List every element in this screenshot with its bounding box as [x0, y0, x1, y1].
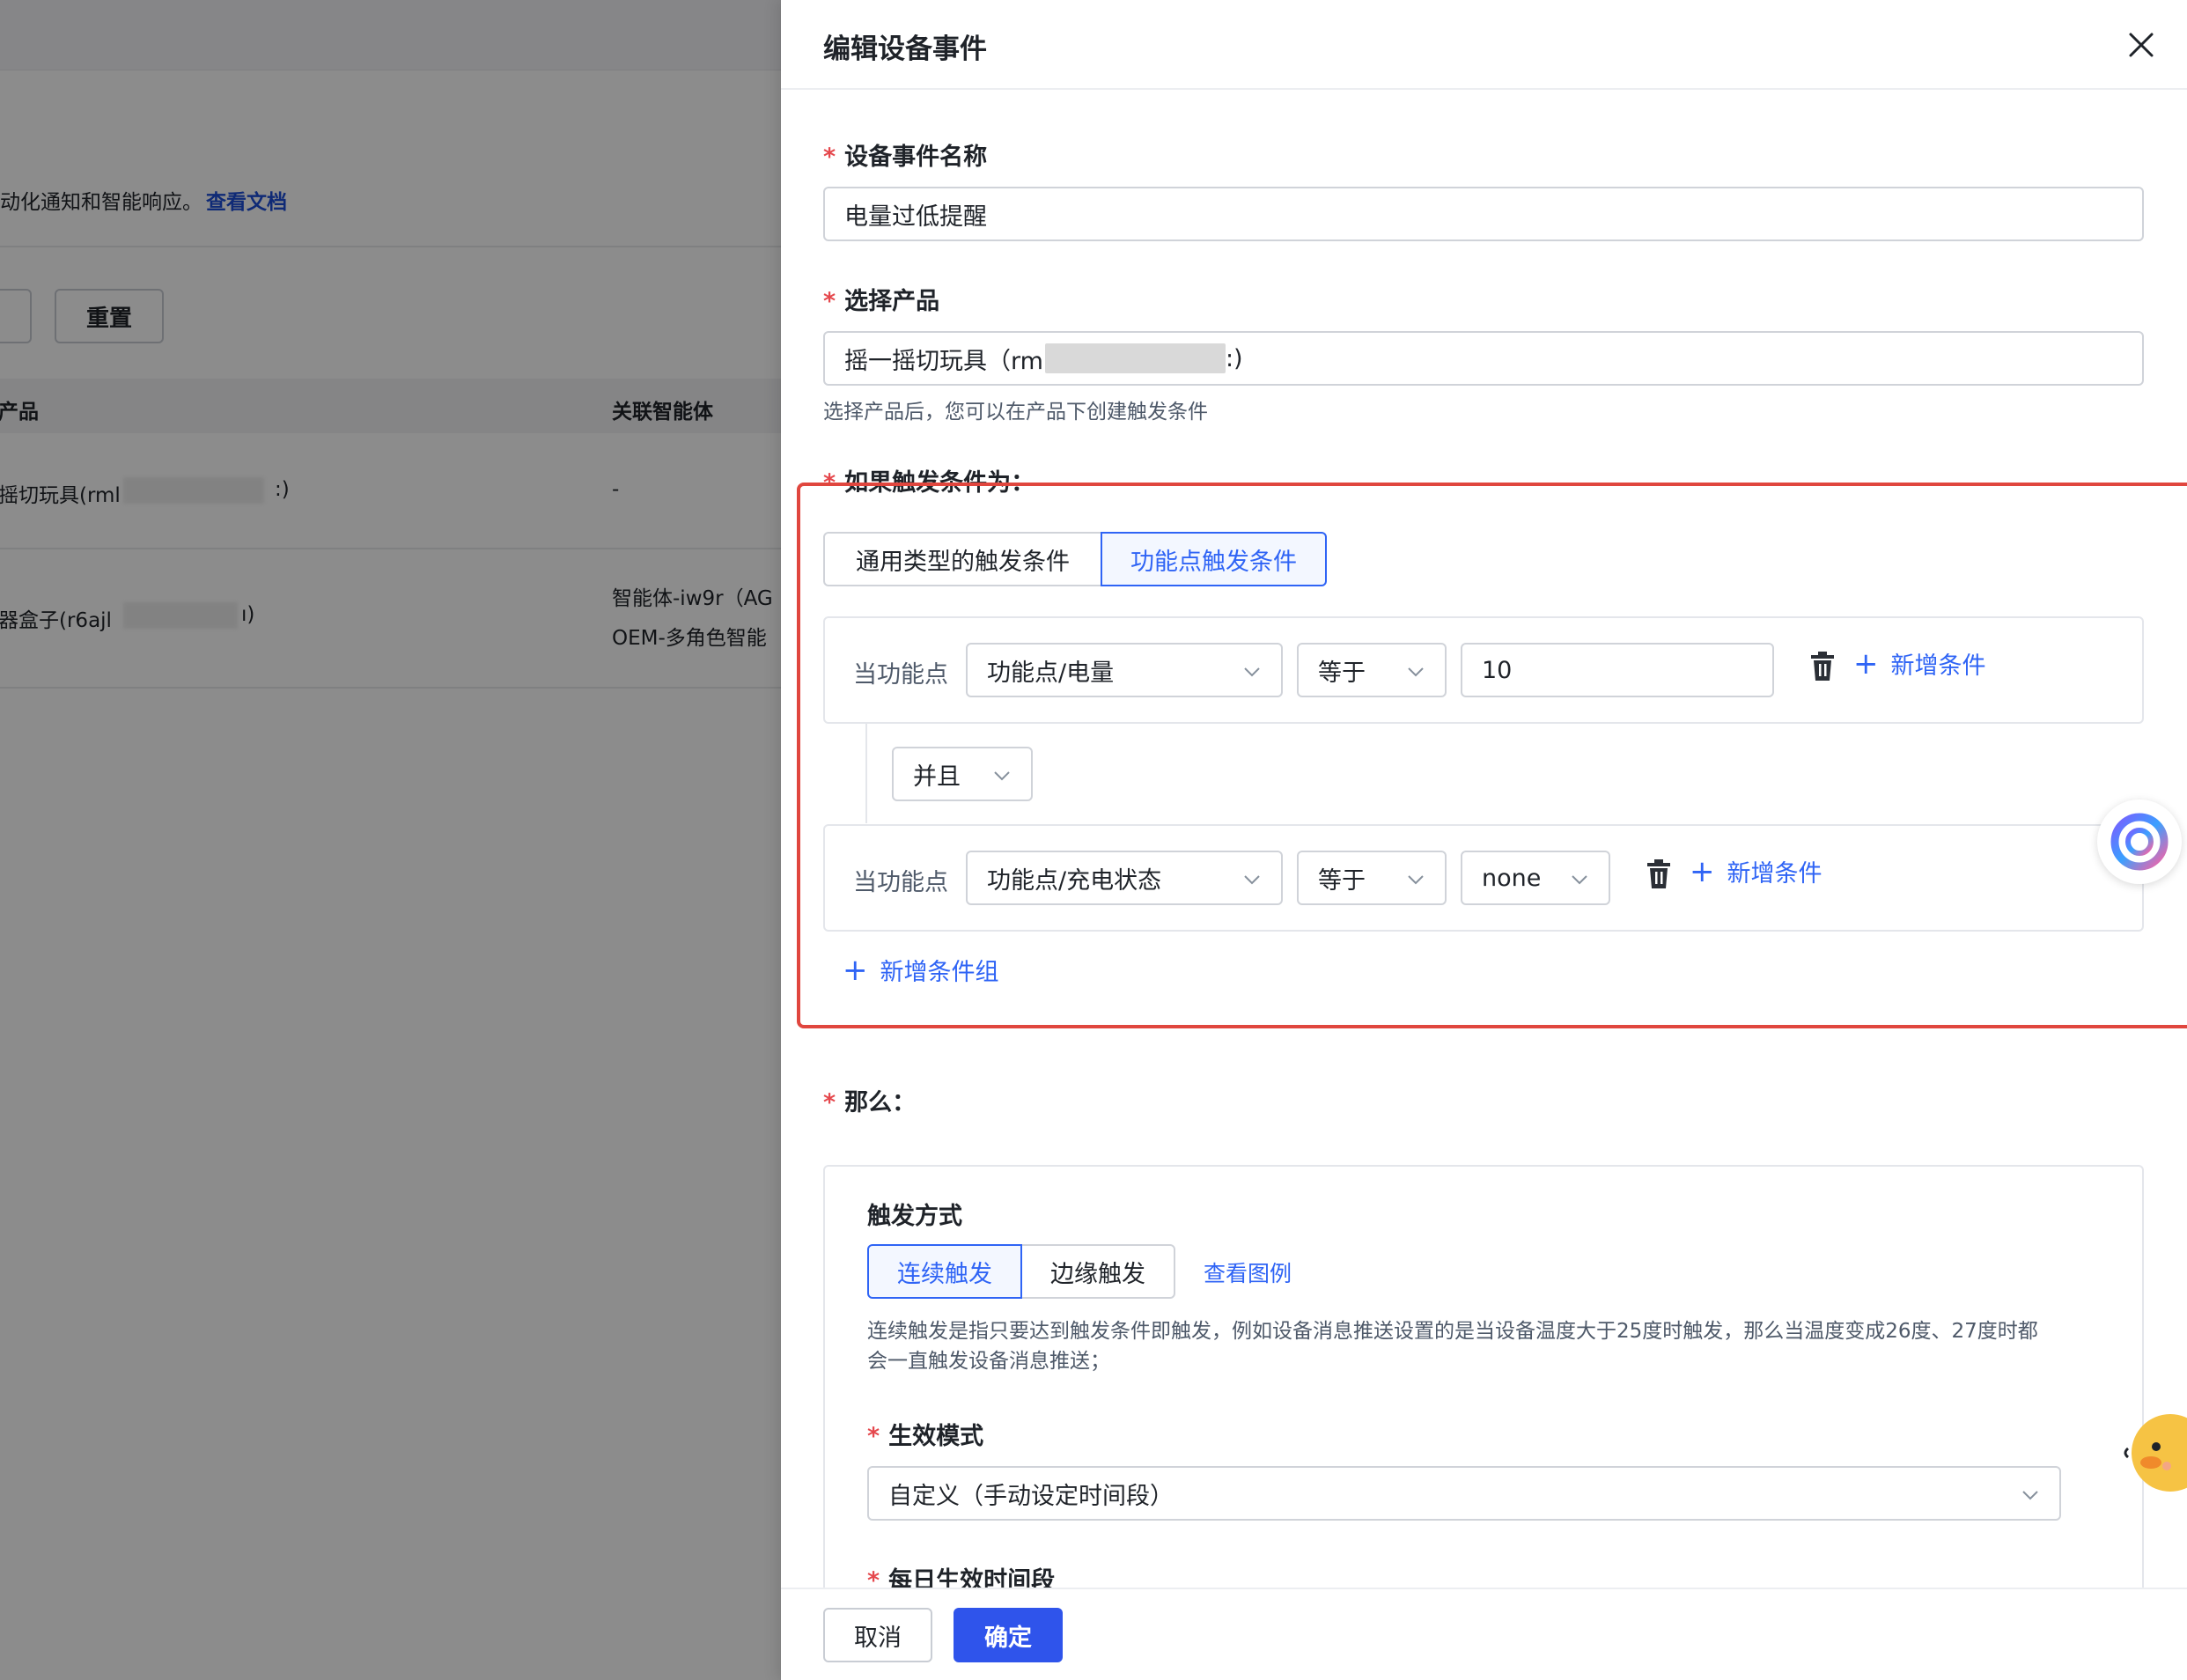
then-label-text: 那么： [844, 1089, 917, 1116]
trash-icon[interactable] [1646, 859, 1672, 889]
then-label: * 那么： [823, 1083, 916, 1117]
condition-prefix: 当功能点 [853, 661, 948, 689]
view-example-link[interactable]: 查看图例 [1204, 1256, 1292, 1288]
event-name-label-text: 设备事件名称 [844, 144, 988, 171]
effect-mode-select[interactable]: 自定义（手动设定时间段） [867, 1466, 2061, 1521]
close-icon [2129, 33, 2154, 57]
chevron-down-icon [2022, 1491, 2038, 1500]
plus-icon: + [843, 952, 868, 988]
product-value: 摇一摇切玩具（rm [844, 347, 1043, 375]
datapoint-select[interactable]: 功能点/充电状态 [966, 851, 1283, 905]
required-mark: * [867, 1423, 880, 1450]
condition-value-input[interactable]: 10 [1461, 643, 1774, 697]
trigger-mode-explanation: 连续触发是指只要达到触发条件即触发，例如设备消息推送设置的是当设备温度大于25度… [867, 1320, 2038, 1373]
plus-icon: + [1853, 645, 1879, 682]
effect-mode-label-text: 生效模式 [888, 1423, 984, 1450]
trigger-mode-tabs: 连续触发 边缘触发 [867, 1244, 1175, 1299]
operator-value: 等于 [1318, 866, 1366, 895]
chevron-down-icon [994, 771, 1010, 781]
chevron-down-icon [1572, 875, 1587, 885]
drawer-header: 编辑设备事件 [781, 0, 2187, 90]
product-hint: 选择产品后，您可以在产品下创建触发条件 [823, 401, 1208, 424]
datapoint-value: 功能点/电量 [987, 659, 1115, 687]
required-mark: * [823, 1089, 836, 1116]
modal-mask[interactable] [0, 0, 784, 1680]
add-condition-group-button[interactable]: + 新增条件组 [843, 953, 999, 987]
logic-select[interactable]: 并且 [892, 747, 1033, 801]
product-value-suffix: :) [1225, 344, 1243, 372]
trash-icon[interactable] [1809, 652, 1836, 682]
tab-edge-trigger[interactable]: 边缘触发 [1020, 1244, 1175, 1299]
add-condition-label: 新增条件 [1727, 860, 1822, 888]
ai-assistant-icon [2110, 813, 2169, 871]
condition-value-select[interactable]: none [1461, 851, 1610, 905]
product-select[interactable]: 摇一摇切玩具（rm:) [823, 331, 2144, 386]
chevron-down-icon [1244, 667, 1260, 677]
logic-connector-line [865, 722, 867, 823]
close-button[interactable] [2119, 23, 2163, 67]
condition-card: 当功能点 功能点/充电状态 等于 none + 新增条件 [823, 824, 2144, 932]
condition-value: none [1482, 864, 1542, 892]
tab-continuous-trigger[interactable]: 连续触发 [867, 1244, 1022, 1299]
datapoint-value: 功能点/充电状态 [987, 866, 1162, 895]
logic-value: 并且 [913, 763, 961, 791]
tab-datapoint-trigger[interactable]: 功能点触发条件 [1101, 532, 1327, 586]
chevron-down-icon [1408, 667, 1424, 677]
chevron-down-icon [1408, 875, 1424, 885]
condition-card: 当功能点 功能点/电量 等于 10 + 新增条件 [823, 616, 2144, 724]
drawer-footer: 取消 确定 [781, 1588, 2187, 1680]
operator-select[interactable]: 等于 [1297, 851, 1447, 905]
event-name-label: * 设备事件名称 [823, 137, 987, 172]
chevron-down-icon [1244, 875, 1260, 885]
required-mark: * [823, 288, 836, 315]
plus-icon: + [1690, 853, 1715, 889]
effect-mode-value: 自定义（手动设定时间段） [888, 1482, 1174, 1510]
edit-event-drawer: 编辑设备事件 * 设备事件名称 电量过低提醒 * 选择产品 摇一摇切玩具（rm:) … [781, 0, 2187, 1680]
add-condition-button[interactable]: + 新增条件 [1853, 646, 1986, 681]
redacted-block [1044, 343, 1226, 373]
datapoint-select[interactable]: 功能点/电量 [966, 643, 1283, 697]
effect-mode-label: * 生效模式 [867, 1417, 983, 1451]
tab-generic-trigger[interactable]: 通用类型的触发条件 [823, 532, 1102, 586]
duck-mascot-icon[interactable] [2119, 1404, 2187, 1501]
event-name-input[interactable]: 电量过低提醒 [823, 187, 2144, 241]
product-label-text: 选择产品 [844, 288, 940, 315]
required-mark: * [823, 144, 836, 171]
operator-value: 等于 [1318, 659, 1366, 687]
ai-assistant-button[interactable] [2097, 799, 2182, 884]
add-condition-label: 新增条件 [1890, 652, 1986, 680]
condition-prefix: 当功能点 [853, 869, 948, 896]
confirm-button[interactable]: 确定 [954, 1608, 1063, 1662]
add-condition-group-label: 新增条件组 [880, 959, 999, 986]
add-condition-button[interactable]: + 新增条件 [1690, 854, 1822, 888]
operator-select[interactable]: 等于 [1297, 643, 1447, 697]
trigger-mode-title: 触发方式 [867, 1203, 962, 1230]
trigger-type-tabs: 通用类型的触发条件 功能点触发条件 [823, 532, 1327, 586]
cancel-button[interactable]: 取消 [823, 1608, 932, 1662]
product-label: * 选择产品 [823, 282, 939, 316]
drawer-title: 编辑设备事件 [823, 33, 987, 65]
